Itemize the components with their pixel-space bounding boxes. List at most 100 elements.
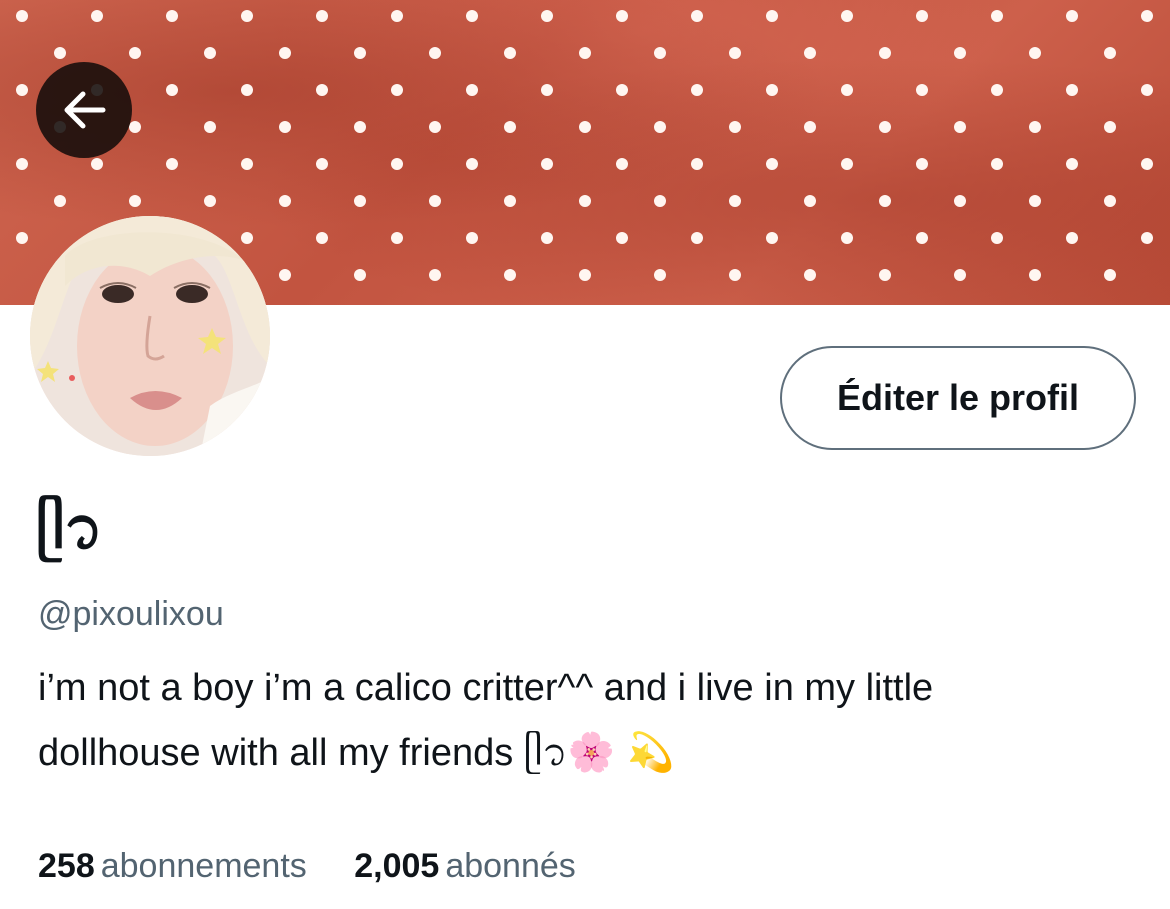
banner-dot bbox=[1104, 121, 1116, 133]
avatar[interactable] bbox=[30, 216, 270, 456]
banner-dot bbox=[729, 195, 741, 207]
banner-dot bbox=[391, 158, 403, 170]
banner-dot bbox=[316, 84, 328, 96]
banner-dot bbox=[616, 158, 628, 170]
banner-dot bbox=[16, 232, 28, 244]
edit-profile-button[interactable]: Éditer le profil bbox=[780, 346, 1136, 450]
banner-dot bbox=[841, 10, 853, 22]
banner-dot bbox=[841, 232, 853, 244]
banner-dot bbox=[916, 10, 928, 22]
banner-dot bbox=[579, 269, 591, 281]
banner-dot bbox=[91, 10, 103, 22]
banner-dot bbox=[466, 232, 478, 244]
banner-dot bbox=[691, 84, 703, 96]
banner-dot bbox=[1029, 121, 1041, 133]
user-handle: @pixoulixou bbox=[38, 595, 224, 633]
banner-dot bbox=[729, 121, 741, 133]
banner-dot bbox=[504, 47, 516, 59]
banner-dot bbox=[691, 10, 703, 22]
banner-dot bbox=[804, 47, 816, 59]
banner-dot bbox=[466, 158, 478, 170]
banner-dot bbox=[616, 84, 628, 96]
banner-dot bbox=[354, 121, 366, 133]
banner-dot bbox=[879, 269, 891, 281]
banner-dot bbox=[279, 121, 291, 133]
banner-dot bbox=[316, 10, 328, 22]
banner-dot bbox=[1141, 232, 1153, 244]
banner-dot bbox=[691, 158, 703, 170]
banner-dot bbox=[954, 47, 966, 59]
followers-link[interactable]: 2,005 abonnés bbox=[354, 842, 576, 890]
banner-dot bbox=[54, 195, 66, 207]
banner-dot bbox=[504, 269, 516, 281]
banner-dot bbox=[1029, 195, 1041, 207]
banner-dot bbox=[241, 84, 253, 96]
followers-label: abonnés bbox=[445, 847, 576, 885]
profile-photo bbox=[30, 216, 270, 456]
banner-dot bbox=[541, 84, 553, 96]
banner-dot bbox=[504, 121, 516, 133]
banner-dot bbox=[1141, 84, 1153, 96]
banner-dot bbox=[991, 232, 1003, 244]
banner-dot bbox=[654, 195, 666, 207]
back-button[interactable] bbox=[36, 62, 132, 158]
profile-page: Éditer le profil ᥫ᭡ @pixoulixou i’m not … bbox=[0, 0, 1170, 909]
banner-dot bbox=[916, 84, 928, 96]
banner-dot bbox=[579, 47, 591, 59]
banner-dot bbox=[991, 84, 1003, 96]
banner-dot bbox=[654, 269, 666, 281]
banner-dot bbox=[541, 158, 553, 170]
following-count: 258 bbox=[38, 847, 95, 885]
banner-dot bbox=[766, 158, 778, 170]
bio: i’m not a boy i’m a calico critter^^ and… bbox=[38, 656, 1148, 785]
banner-dot bbox=[804, 269, 816, 281]
banner-dot bbox=[1104, 195, 1116, 207]
banner-dot bbox=[691, 232, 703, 244]
banner-dot bbox=[579, 121, 591, 133]
following-link[interactable]: 258 abonnements bbox=[38, 842, 307, 890]
arrow-left-icon bbox=[64, 91, 106, 129]
display-name: ᥫ᭡ bbox=[36, 494, 103, 562]
banner-dot bbox=[1104, 269, 1116, 281]
banner-dot bbox=[129, 121, 141, 133]
banner-dot bbox=[241, 232, 253, 244]
banner-dot bbox=[1066, 10, 1078, 22]
profile-stats: 258 abonnements 2,005 abonnés bbox=[38, 842, 614, 890]
banner-dot bbox=[316, 232, 328, 244]
banner-dot bbox=[391, 84, 403, 96]
banner-dot bbox=[1141, 10, 1153, 22]
banner-dot bbox=[654, 121, 666, 133]
banner-dot bbox=[16, 84, 28, 96]
banner-dot bbox=[916, 158, 928, 170]
banner-dot bbox=[541, 10, 553, 22]
banner-dot bbox=[391, 232, 403, 244]
banner-dot bbox=[1029, 47, 1041, 59]
banner-dot bbox=[204, 47, 216, 59]
banner-dot bbox=[204, 195, 216, 207]
banner-dot bbox=[954, 121, 966, 133]
banner-dot bbox=[1141, 158, 1153, 170]
banner-dot bbox=[1029, 269, 1041, 281]
banner-dot bbox=[429, 269, 441, 281]
following-label: abonnements bbox=[100, 847, 307, 885]
banner-dot bbox=[429, 47, 441, 59]
banner-dot bbox=[879, 121, 891, 133]
banner-dot bbox=[279, 47, 291, 59]
banner-dot bbox=[354, 47, 366, 59]
banner-dot bbox=[129, 47, 141, 59]
banner-dot bbox=[1066, 84, 1078, 96]
banner-dot bbox=[1066, 158, 1078, 170]
banner-dot bbox=[166, 84, 178, 96]
banner-dot bbox=[654, 47, 666, 59]
banner-dot bbox=[616, 232, 628, 244]
banner-dot bbox=[729, 47, 741, 59]
banner-dot bbox=[316, 158, 328, 170]
banner-dot bbox=[954, 195, 966, 207]
banner-dot bbox=[766, 84, 778, 96]
banner-dot bbox=[729, 269, 741, 281]
banner-dot bbox=[354, 195, 366, 207]
followers-count: 2,005 bbox=[354, 847, 440, 885]
banner-dot bbox=[616, 10, 628, 22]
banner-dot bbox=[91, 158, 103, 170]
banner-dot bbox=[279, 269, 291, 281]
